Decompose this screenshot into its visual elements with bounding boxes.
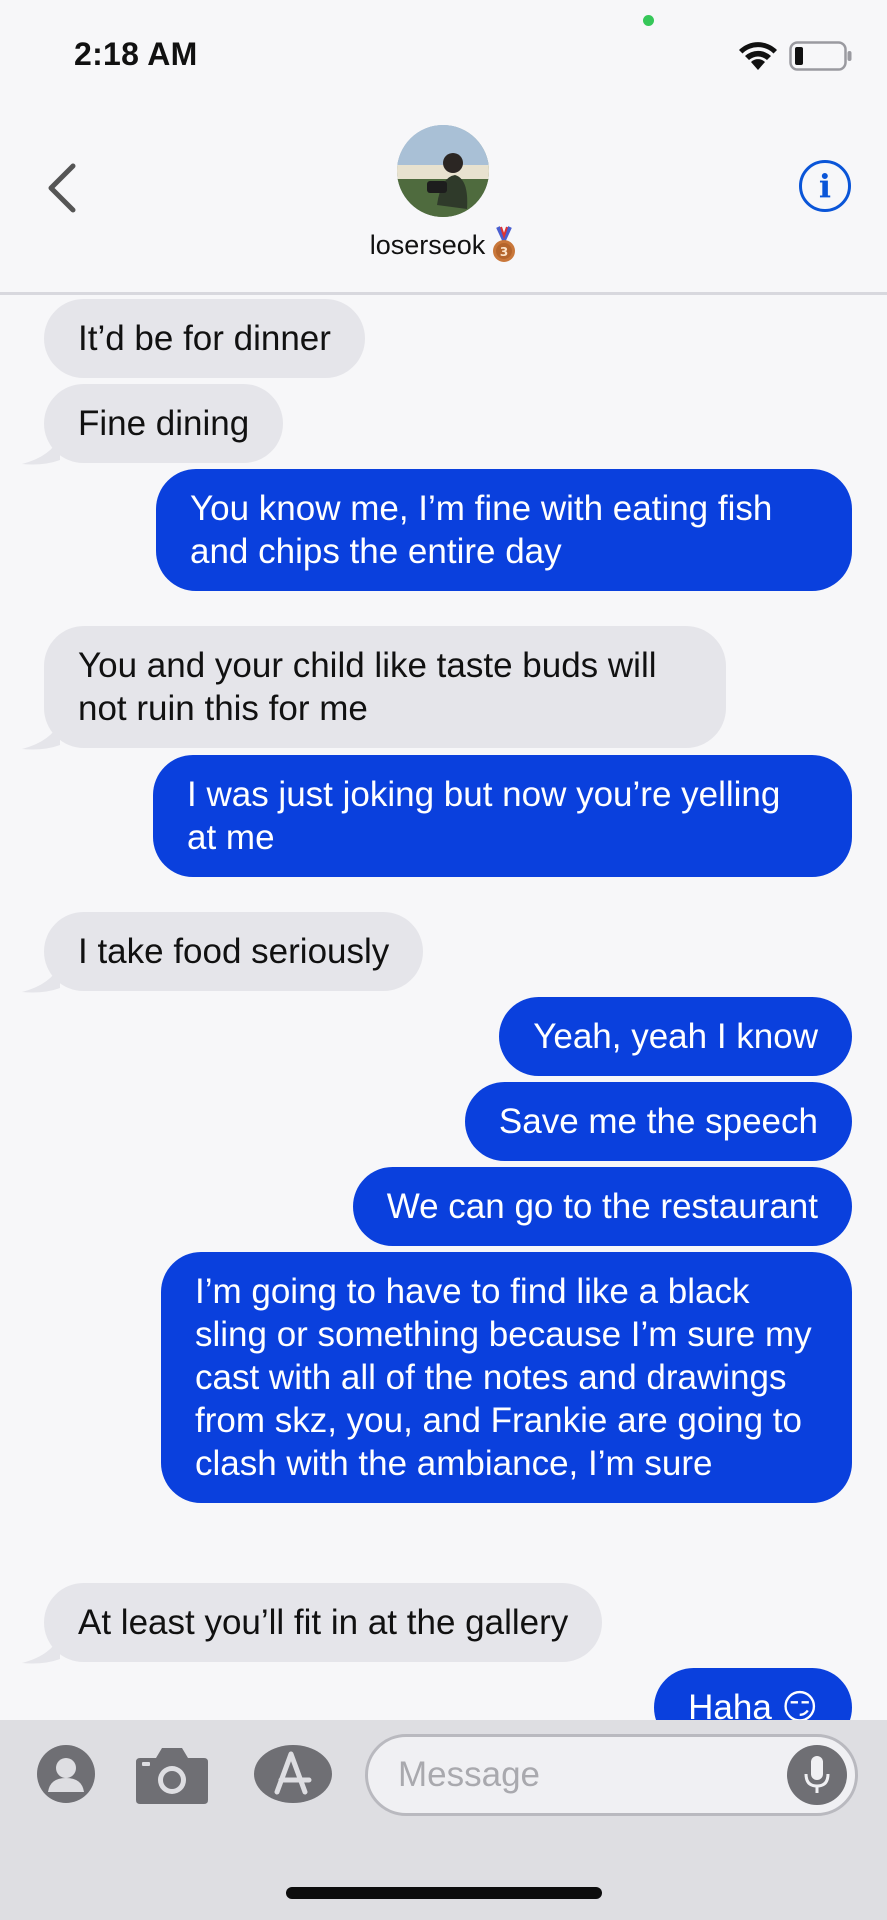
chevron-left-icon xyxy=(48,163,76,213)
status-time: 2:18 AM xyxy=(74,36,198,72)
contacts-button[interactable] xyxy=(36,1744,96,1804)
battery-icon xyxy=(789,41,852,71)
back-button[interactable] xyxy=(36,156,88,220)
contacts-icon xyxy=(37,1745,95,1803)
contact-name-row[interactable]: loserseok 3 xyxy=(0,226,887,264)
contact-avatar[interactable] xyxy=(397,125,489,217)
camera-button[interactable] xyxy=(134,1744,210,1806)
microphone-icon xyxy=(804,1756,830,1793)
bronze-medal-icon: 3 xyxy=(493,226,516,262)
incoming-message[interactable]: Fine dining xyxy=(44,384,284,463)
message-tail xyxy=(22,1635,60,1664)
status-bar: 2:18 AM xyxy=(0,0,887,100)
outgoing-message[interactable]: I’m going to have to find like a black s… xyxy=(161,1252,852,1503)
message-field[interactable] xyxy=(365,1734,858,1816)
contact-name: loserseok xyxy=(369,229,486,260)
info-icon: i xyxy=(818,167,832,205)
outgoing-message[interactable]: Haha 😏 xyxy=(654,1668,852,1720)
outgoing-message[interactable]: Yeah, yeah I know xyxy=(499,997,852,1076)
message-list[interactable]: It’d be for dinner Fine dining You know … xyxy=(0,296,887,1720)
home-indicator[interactable] xyxy=(286,1887,602,1899)
wifi-icon xyxy=(739,42,777,70)
app-store-button[interactable] xyxy=(253,1744,333,1804)
info-button[interactable]: i xyxy=(799,160,851,212)
outgoing-message[interactable]: Save me the speech xyxy=(464,1082,852,1161)
message-tail xyxy=(22,721,60,750)
outgoing-message[interactable]: We can go to the restaurant xyxy=(352,1167,852,1246)
message-input[interactable] xyxy=(398,1751,768,1799)
avatar-photo xyxy=(397,125,489,217)
outgoing-message[interactable]: You know me, I’m fine with eating fish a… xyxy=(156,469,852,591)
dictation-button[interactable] xyxy=(787,1745,847,1805)
header-divider xyxy=(0,292,887,295)
camera-icon xyxy=(136,1748,208,1804)
message-tail xyxy=(22,964,60,993)
svg-text:3: 3 xyxy=(500,245,508,259)
incoming-message[interactable]: It’d be for dinner xyxy=(44,299,365,378)
incoming-message[interactable]: I take food seriously xyxy=(44,912,424,991)
message-tail xyxy=(22,436,60,465)
outgoing-message[interactable]: I was just joking but now you’re yelling… xyxy=(153,755,852,877)
incoming-message[interactable]: You and your child like taste buds will … xyxy=(44,626,726,748)
app-store-icon xyxy=(254,1745,332,1803)
privacy-indicator-dot xyxy=(643,15,654,26)
incoming-message[interactable]: At least you’ll fit in at the gallery xyxy=(44,1583,603,1662)
